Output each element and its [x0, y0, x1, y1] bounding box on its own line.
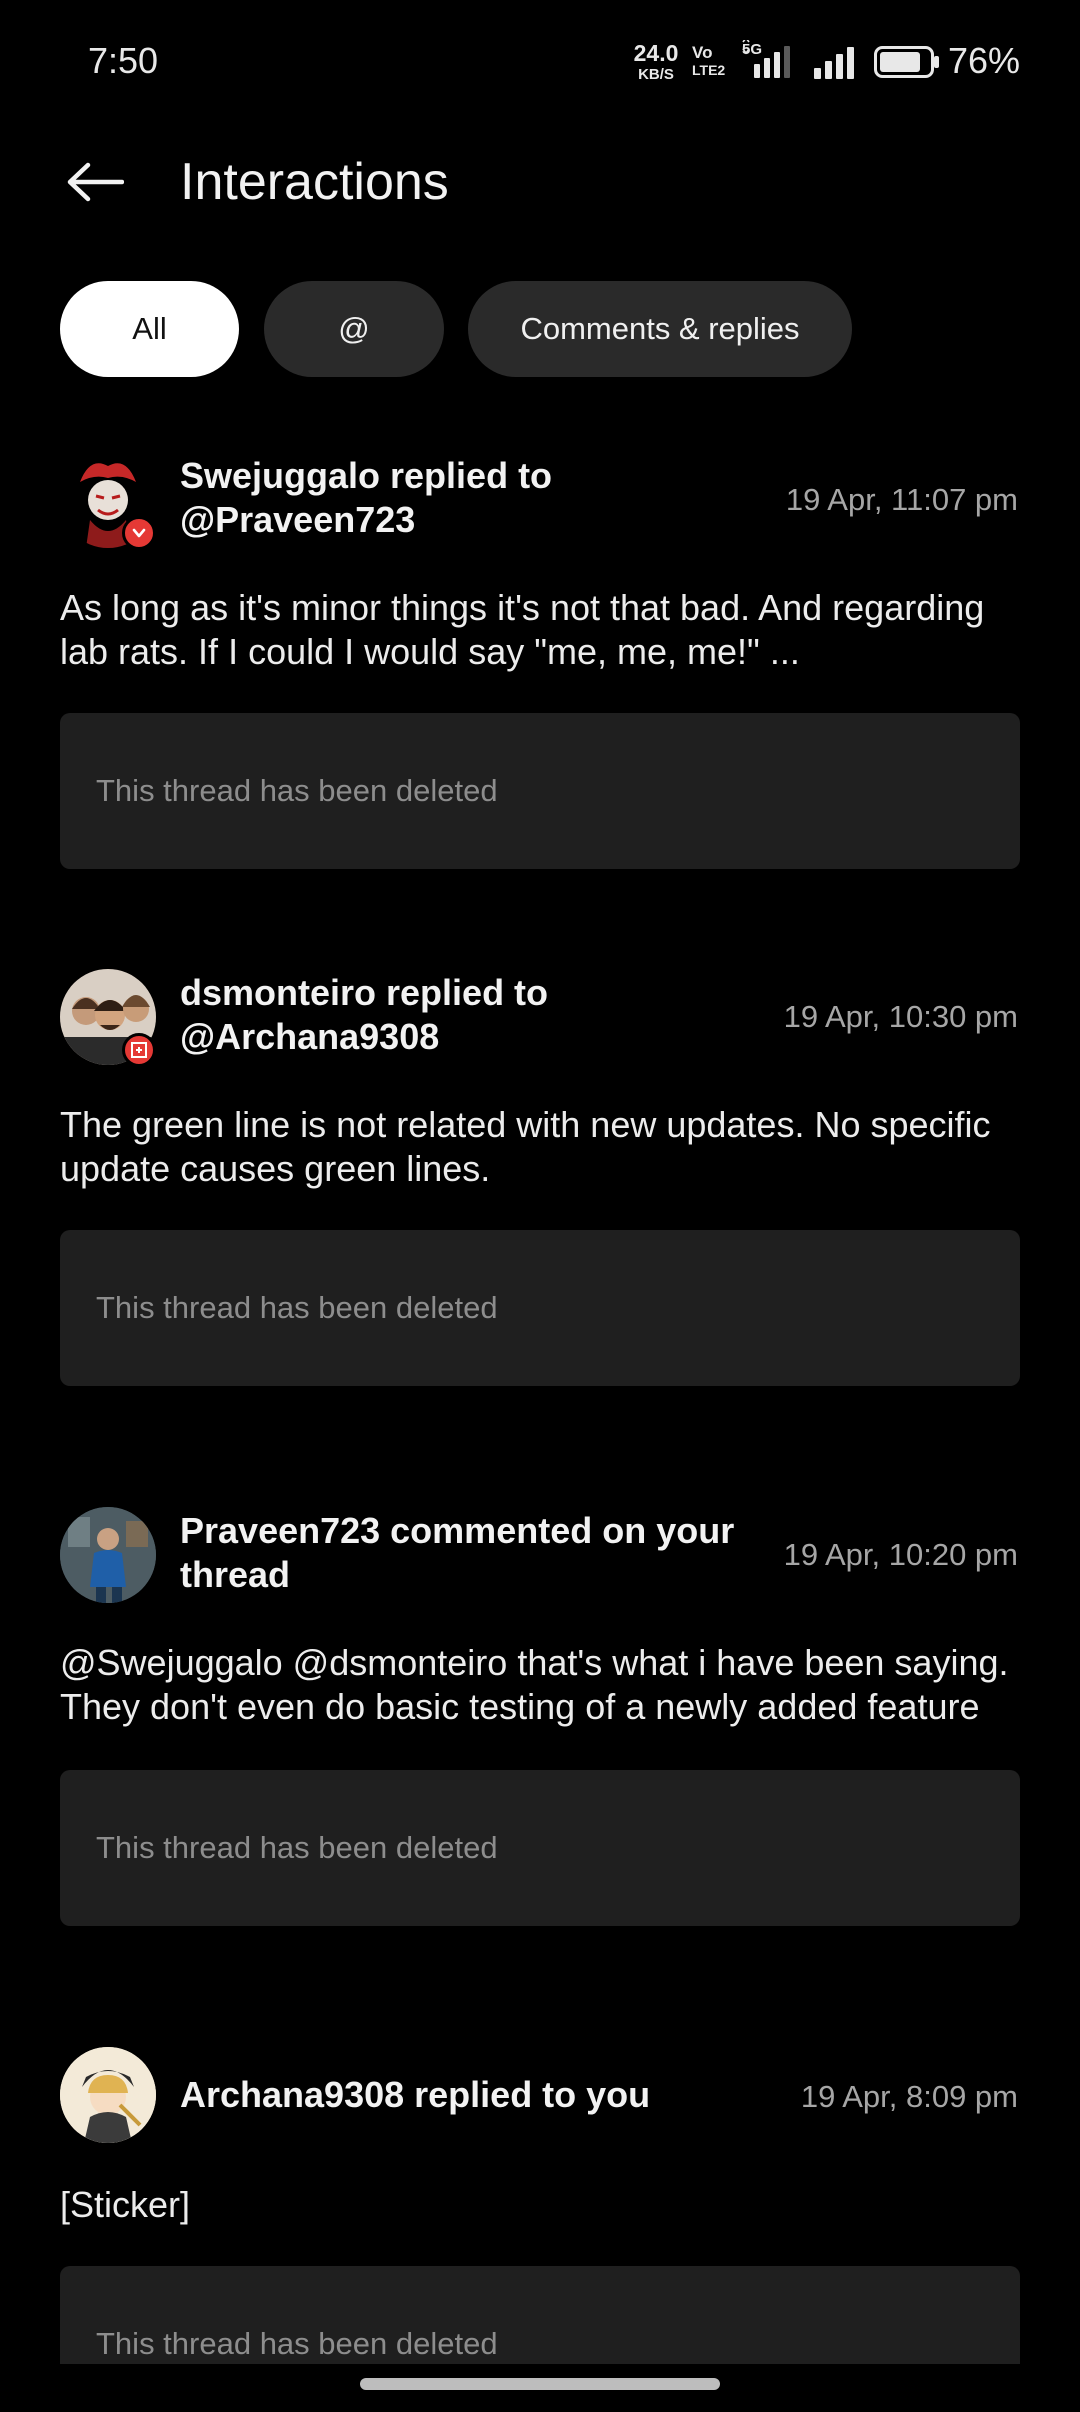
deleted-thread-card[interactable]: This thread has been deleted	[60, 713, 1020, 869]
item-body: @Swejuggalo @dsmonteiro that's what i ha…	[60, 1642, 1009, 1727]
signal-icon	[814, 47, 854, 79]
network-type-label: 5G	[742, 41, 762, 58]
battery-icon	[874, 46, 939, 78]
item-timestamp: 19 Apr, 10:30 pm	[783, 999, 1018, 1034]
page-title: Interactions	[180, 153, 449, 211]
figure-avatar	[60, 1507, 156, 1603]
item-timestamp: 19 Apr, 10:20 pm	[783, 1537, 1018, 1572]
item-body: The green line is not related with new u…	[60, 1104, 991, 1189]
tab-comments-replies[interactable]: Comments & replies	[468, 281, 852, 377]
network-speed: 24.0 KB/S	[628, 40, 684, 83]
avatar[interactable]	[60, 2047, 156, 2143]
deleted-thread-text: This thread has been deleted	[96, 1830, 498, 1865]
battery-percentage: 76%	[948, 40, 1021, 81]
item-body: As long as it's minor things it's not th…	[60, 587, 985, 672]
interactions-screen: 7:50 24.0 KB/S Vo LTE2 5G 76% Interactio…	[0, 0, 1080, 2412]
tab-all[interactable]: All	[60, 281, 239, 377]
network-speed-unit: KB/S	[638, 66, 674, 83]
tab-mentions[interactable]: @	[264, 281, 444, 377]
deleted-thread-text: This thread has been deleted	[96, 2326, 498, 2361]
cartoon-avatar	[60, 2047, 156, 2143]
verified-badge-icon	[122, 516, 156, 550]
avatar[interactable]	[60, 1507, 156, 1603]
volte-label: Vo	[692, 43, 713, 62]
network-speed-value: 24.0	[633, 40, 679, 66]
item-timestamp: 19 Apr, 8:09 pm	[800, 2079, 1018, 2114]
volte-indicator: Vo LTE2	[692, 44, 732, 77]
item-header: Swejuggalo replied to @Praveen723	[180, 455, 553, 540]
signal-5g-icon: 5G	[742, 40, 790, 78]
item-header: Praveen723 commented on your thread	[180, 1510, 735, 1595]
status-bar: 7:50 24.0 KB/S Vo LTE2 5G 76%	[0, 0, 1080, 124]
deleted-thread-card[interactable]: This thread has been deleted	[60, 1770, 1020, 1926]
home-indicator[interactable]	[360, 2378, 720, 2390]
item-timestamp: 19 Apr, 11:07 pm	[785, 482, 1018, 517]
item-header: dsmonteiro replied to @Archana9308	[180, 972, 549, 1057]
deleted-thread-card[interactable]: This thread has been deleted	[60, 1230, 1020, 1386]
back-button[interactable]	[60, 152, 130, 212]
item-body: [Sticker]	[60, 2184, 191, 2225]
arrow-left-icon	[67, 162, 124, 202]
lte-label: LTE2	[692, 62, 726, 78]
deleted-thread-text: This thread has been deleted	[96, 773, 498, 808]
item-header: Archana9308 replied to you	[180, 2074, 651, 2115]
deleted-thread-text: This thread has been deleted	[96, 1290, 498, 1325]
status-time: 7:50	[88, 40, 159, 81]
oneplus-badge-icon	[122, 1033, 156, 1067]
